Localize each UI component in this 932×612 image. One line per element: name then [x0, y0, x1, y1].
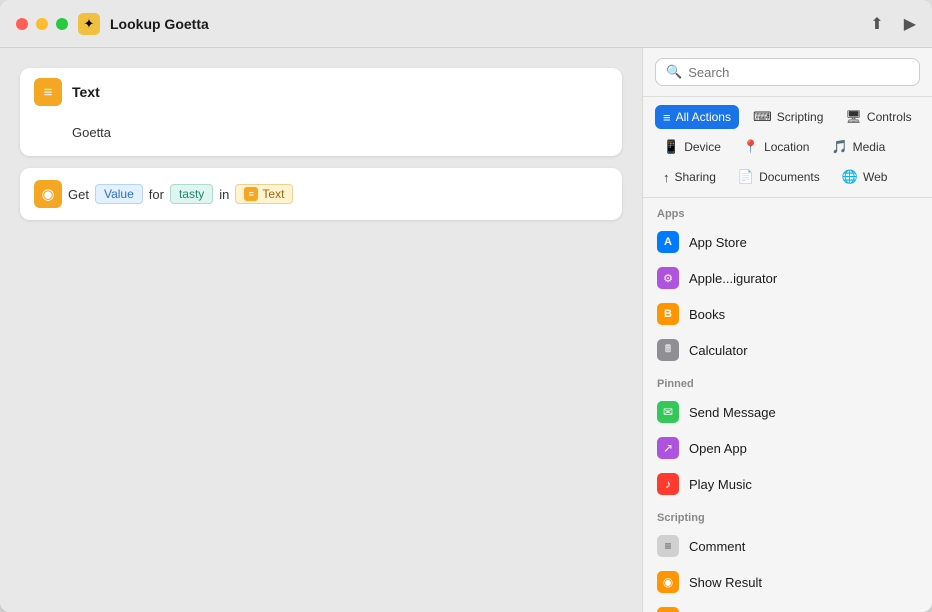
cat-web-label: Web [863, 170, 887, 184]
cat-media-label: Media [853, 140, 886, 154]
calculator-label: Calculator [689, 343, 748, 358]
get-value-card: ◉ Get Value for tasty in ≡ Text [20, 168, 622, 220]
app-store-icon: A [657, 231, 679, 253]
send-message-icon: ✉ [657, 401, 679, 423]
list-item-comment[interactable]: ≡ Comment [643, 528, 932, 564]
source-pill-icon: ≡ [244, 187, 258, 201]
cat-sharing-label: Sharing [675, 170, 716, 184]
get-label: Get [68, 187, 89, 202]
key-pill[interactable]: tasty [170, 184, 213, 204]
cat-all-actions-icon: ≡ [663, 110, 671, 125]
actions-list: Apps A App Store ⚙ Apple...igurator B Bo… [643, 198, 932, 612]
list-item-play-music[interactable]: ♪ Play Music [643, 466, 932, 502]
text-action-value: Goetta [72, 125, 111, 140]
calculator-icon: 🖩 [657, 339, 679, 361]
cat-controls-icon: 🖥 [845, 109, 862, 125]
search-bar: 🔍 [643, 48, 932, 97]
section-apps-label: Apps [643, 198, 932, 224]
cat-all-actions-label: All Actions [676, 110, 731, 124]
share-icon[interactable]: ⬆ [870, 14, 883, 34]
list-item-open-app[interactable]: ↗ Open App [643, 430, 932, 466]
list-item-configurator[interactable]: ⚙ Apple...igurator [643, 260, 932, 296]
list-item-books[interactable]: B Books [643, 296, 932, 332]
play-music-icon: ♪ [657, 473, 679, 495]
list-item-app-store[interactable]: A App Store [643, 224, 932, 260]
in-label: in [219, 187, 229, 202]
books-label: Books [689, 307, 725, 322]
minimize-button[interactable] [36, 18, 48, 30]
cat-scripting-icon: ⌨ [753, 109, 772, 125]
list-item-show-result[interactable]: ◉ Show Result [643, 564, 932, 600]
search-input[interactable] [688, 65, 909, 80]
value-pill[interactable]: Value [95, 184, 143, 204]
window-title: Lookup Goetta [110, 16, 870, 32]
search-icon: 🔍 [666, 64, 682, 80]
configurator-label: Apple...igurator [689, 271, 777, 286]
window-controls [16, 18, 68, 30]
app-window: ✦ Lookup Goetta ⬆ ▶ ≡ Text Goetta [0, 0, 932, 612]
cat-controls[interactable]: 🖥 Controls [837, 105, 919, 129]
text-action-icon: ≡ [34, 78, 62, 106]
configurator-icon: ⚙ [657, 267, 679, 289]
cat-web-icon: 🌐 [842, 169, 858, 185]
open-app-label: Open App [689, 441, 747, 456]
app-icon: ✦ [78, 13, 100, 35]
show-result-label: Show Result [689, 575, 762, 590]
show-alert-icon: ◉ [657, 607, 679, 612]
text-action-card: ≡ Text Goetta [20, 68, 622, 156]
text-action-header: ≡ Text [20, 68, 622, 116]
titlebar-actions: ⬆ ▶ [870, 14, 916, 34]
get-value-row: ◉ Get Value for tasty in ≡ Text [20, 168, 622, 220]
cat-scripting-label: Scripting [777, 110, 824, 124]
cat-all-actions[interactable]: ≡ All Actions [655, 105, 739, 129]
cat-sharing-icon: ↑ [663, 170, 670, 185]
workflow-panel: ≡ Text Goetta ◉ Get Value for tasty in [0, 48, 642, 612]
cat-documents-icon: 📄 [738, 169, 754, 185]
maximize-button[interactable] [56, 18, 68, 30]
open-app-icon: ↗ [657, 437, 679, 459]
comment-icon: ≡ [657, 535, 679, 557]
list-item-send-message[interactable]: ✉ Send Message [643, 394, 932, 430]
list-item-show-alert[interactable]: ◉ Show Alert [643, 600, 932, 612]
cat-device-label: Device [684, 140, 721, 154]
actions-panel: 🔍 ≡ All Actions ⌨ Scripting 🖥 Controls [642, 48, 932, 612]
cat-web[interactable]: 🌐 Web [834, 165, 896, 189]
send-message-label: Send Message [689, 405, 776, 420]
cat-documents[interactable]: 📄 Documents [730, 165, 828, 189]
cat-device[interactable]: 📱 Device [655, 135, 729, 159]
comment-label: Comment [689, 539, 745, 554]
cat-location-label: Location [764, 140, 809, 154]
search-container[interactable]: 🔍 [655, 58, 920, 86]
source-pill[interactable]: ≡ Text [235, 184, 293, 204]
main-content: ≡ Text Goetta ◉ Get Value for tasty in [0, 48, 932, 612]
text-action-body: Goetta [20, 116, 622, 156]
for-label: for [149, 187, 164, 202]
section-pinned-label: Pinned [643, 368, 932, 394]
cat-controls-label: Controls [867, 110, 912, 124]
cat-device-icon: 📱 [663, 139, 679, 155]
dict-icon: ◉ [34, 180, 62, 208]
text-action-title: Text [72, 84, 100, 100]
play-music-label: Play Music [689, 477, 752, 492]
run-icon[interactable]: ▶ [904, 14, 916, 34]
cat-media[interactable]: 🎵 Media [823, 135, 893, 159]
cat-sharing[interactable]: ↑ Sharing [655, 165, 724, 189]
cat-scripting[interactable]: ⌨ Scripting [745, 105, 831, 129]
show-result-icon: ◉ [657, 571, 679, 593]
list-item-calculator[interactable]: 🖩 Calculator [643, 332, 932, 368]
close-button[interactable] [16, 18, 28, 30]
cat-documents-label: Documents [759, 170, 820, 184]
cat-location[interactable]: 📍 Location [735, 135, 818, 159]
cat-media-icon: 🎵 [831, 139, 847, 155]
section-scripting-label: Scripting [643, 502, 932, 528]
app-store-label: App Store [689, 235, 747, 250]
category-row: ≡ All Actions ⌨ Scripting 🖥 Controls 📱 D… [643, 97, 932, 198]
books-icon: B [657, 303, 679, 325]
titlebar: ✦ Lookup Goetta ⬆ ▶ [0, 0, 932, 48]
cat-location-icon: 📍 [743, 139, 759, 155]
